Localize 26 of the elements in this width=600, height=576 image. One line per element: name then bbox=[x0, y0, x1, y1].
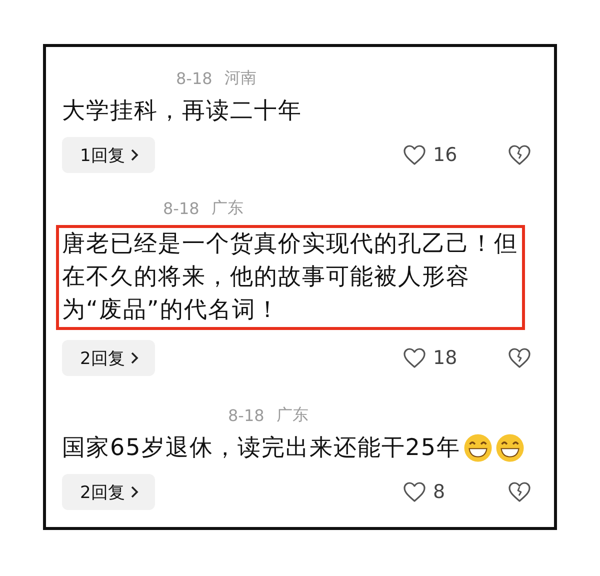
broken-heart-icon[interactable] bbox=[507, 480, 532, 504]
like-count: 18 bbox=[433, 347, 458, 369]
comment-text: 大学挂科，再读二十年 bbox=[62, 97, 302, 126]
comment-region: 广东 bbox=[211, 198, 244, 218]
like-heart-icon[interactable] bbox=[402, 480, 427, 504]
comment-region: 广东 bbox=[276, 404, 308, 426]
like-count: 8 bbox=[433, 481, 446, 503]
like-heart-icon[interactable] bbox=[402, 143, 427, 167]
like-count: 16 bbox=[433, 144, 458, 166]
comment-date: 8-18 bbox=[163, 198, 200, 218]
comment-text: 国家65岁退休，读完出来还能干25年 bbox=[62, 434, 461, 463]
grinning-emoji-icon bbox=[494, 433, 525, 463]
replies-button[interactable]: 1回复 bbox=[62, 137, 155, 173]
comment-date: 8-18 bbox=[228, 406, 264, 424]
broken-heart-icon[interactable] bbox=[507, 346, 532, 370]
broken-heart-icon[interactable] bbox=[507, 143, 532, 167]
like-heart-icon[interactable] bbox=[402, 346, 427, 370]
comment-date: 8-18 bbox=[176, 68, 212, 88]
chevron-icon bbox=[130, 148, 139, 162]
grinning-emoji-icon bbox=[462, 433, 493, 463]
chevron-icon bbox=[130, 351, 139, 365]
comment-text: 唐老已经是一个货真价实现代的孔乙己！但在不久的将来，他的故事可能被人形容为“废品”的代名词！ bbox=[62, 230, 519, 325]
chevron-icon bbox=[130, 485, 139, 499]
replies-button[interactable]: 2回复 bbox=[62, 474, 155, 510]
comment-region: 河南 bbox=[224, 68, 256, 88]
replies-button[interactable]: 2回复 bbox=[62, 340, 155, 376]
